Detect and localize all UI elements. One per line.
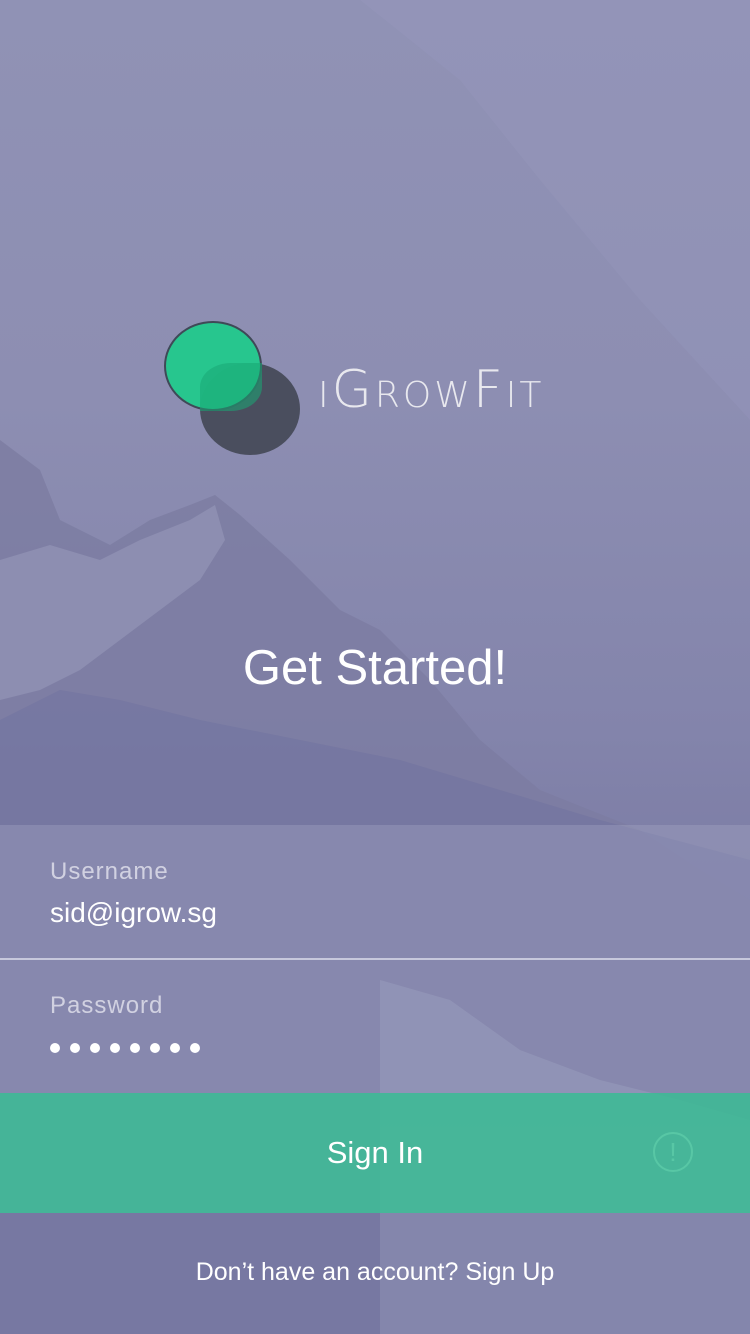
logo-overlap-shape <box>200 363 262 411</box>
password-dot <box>110 1043 120 1053</box>
password-dot <box>150 1043 160 1053</box>
igrowfit-logo: iGrowFit <box>160 318 590 458</box>
password-field[interactable]: Password ! <box>0 959 750 1172</box>
sign-in-button[interactable]: Sign In <box>0 1093 750 1213</box>
password-dot <box>130 1043 140 1053</box>
signup-prompt-text: Don’t have an account? <box>195 1258 459 1286</box>
username-field[interactable]: Username sid@igrow.sg <box>0 825 750 960</box>
logo-wordmark: iGrowFit <box>318 360 545 420</box>
username-label: Username <box>50 858 169 885</box>
password-dot <box>190 1043 200 1053</box>
password-dot <box>70 1043 80 1053</box>
password-label: Password <box>50 992 164 1019</box>
password-input[interactable] <box>50 1043 200 1053</box>
page-title: Get Started! <box>242 641 508 695</box>
signup-prompt: Don’t have an account? Sign Up <box>0 1258 750 1287</box>
password-dot <box>50 1043 60 1053</box>
login-form: Username sid@igrow.sg Password ! <box>0 825 750 1172</box>
sign-up-link[interactable]: Sign Up <box>465 1258 554 1286</box>
username-input[interactable]: sid@igrow.sg <box>50 897 217 929</box>
login-screen: iGrowFit Get Started! Username sid@igrow… <box>0 0 750 1334</box>
password-dot <box>90 1043 100 1053</box>
password-dot <box>170 1043 180 1053</box>
